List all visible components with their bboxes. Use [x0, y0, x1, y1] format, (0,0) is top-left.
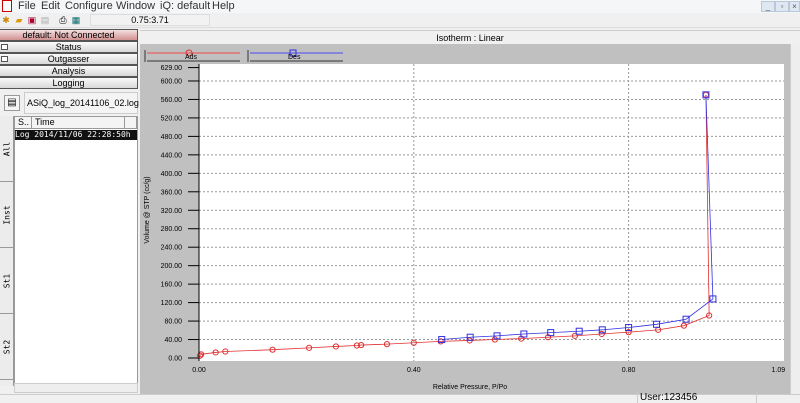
y-tick-label: 400.00 [161, 171, 183, 178]
y-tick-label: 240.00 [161, 245, 183, 252]
y-tick-label: 200.00 [161, 263, 183, 270]
legend-des-label: Des [288, 54, 301, 61]
x-tick-label: 0.80 [622, 367, 636, 374]
isotherm-chart: Ads Des 0.00 40.00 80.00 120.00 160.00 200.00… [144, 49, 786, 391]
y-tick-label: 280.00 [161, 226, 183, 233]
y-tick-label: 40.00 [164, 337, 182, 344]
y-tick-label: 520.00 [161, 115, 183, 122]
y-axis-label: Volume @ STP (cc/g) [144, 176, 151, 243]
y-tick-label: 80.00 [164, 319, 182, 326]
y-tick-label: 629.00 [161, 65, 183, 72]
y-tick-label: 360.00 [161, 189, 183, 196]
y-tick-label: 600.00 [161, 78, 183, 85]
y-tick-label: 320.00 [161, 208, 183, 215]
x-axis-label: Relative Pressure, P/Po [433, 384, 507, 391]
y-tick-label: 440.00 [161, 152, 183, 159]
y-tick-label: 120.00 [161, 300, 183, 307]
x-tick-label: 1.09 [772, 367, 786, 374]
x-tick-label: 0.40 [407, 367, 421, 374]
y-tick-label: 0.00 [168, 356, 182, 363]
user-status: User:123456 [637, 393, 757, 403]
plot-area [199, 64, 784, 361]
y-tick-label: 560.00 [161, 97, 183, 104]
y-tick-label: 160.00 [161, 282, 183, 289]
y-tick-label: 480.00 [161, 134, 183, 141]
legend: Ads Des [144, 49, 343, 62]
x-tick-label: 0.00 [192, 367, 206, 374]
legend-ads-label: Ads [185, 54, 198, 61]
